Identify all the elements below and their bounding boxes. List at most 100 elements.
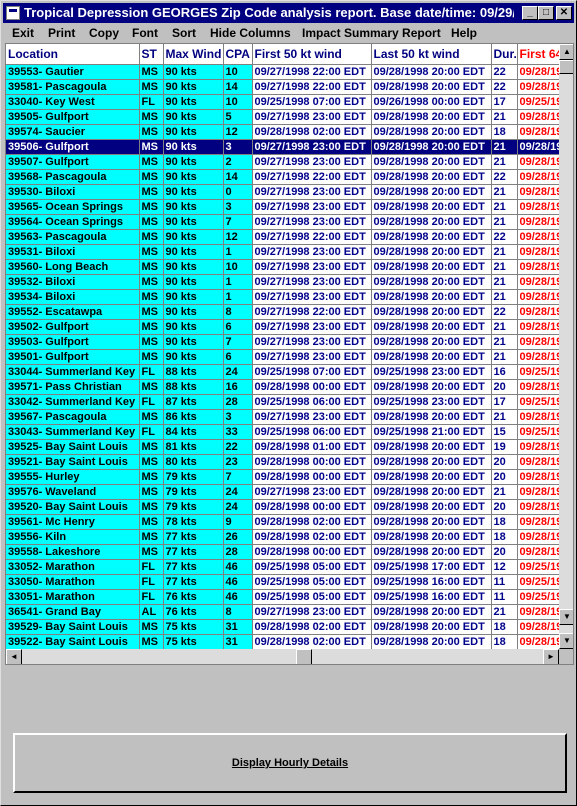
table-row[interactable]: 33052- Marathon FL 77 kts 46 09/25/1998 05:0… [6, 559, 559, 575]
table-row[interactable]: 33042- Summerland Key FL 87 kts 28 09/25/199… [6, 394, 559, 410]
table-cell: 23 [223, 454, 253, 470]
table-cell: 84 kts [163, 424, 224, 440]
table-cell: 21 [491, 289, 518, 305]
table-row[interactable]: 33051- Marathon FL 76 kts 46 09/25/1998 05:0… [6, 589, 559, 605]
table-cell: 09/28/1998 20:00 EDT [371, 79, 492, 95]
table-row[interactable]: 39506- Gulfport MS 90 kts 3 09/27/1998 23:00… [6, 139, 559, 155]
table-row[interactable]: 39555- Hurley MS 79 kts 7 09/28/1998 00:00 E… [6, 469, 559, 485]
table-row[interactable]: 39558- Lakeshore MS 77 kts 28 09/28/1998 00:… [6, 544, 559, 560]
table-cell: 33042- Summerland Key [6, 394, 140, 410]
vertical-scrollbar[interactable]: ▲ ▼ ▼ [559, 44, 573, 649]
table-row[interactable]: 33043- Summerland Key FL 84 kts 33 09/25/199… [6, 424, 559, 440]
table-cell: 78 kts [163, 514, 224, 530]
table-row[interactable]: 39574- Saucier MS 90 kts 12 09/28/1998 02:00… [6, 124, 559, 140]
column-header-3[interactable]: CPA [223, 44, 253, 65]
table-row[interactable]: 39522- Bay Saint Louis MS 75 kts 31 09/28/19… [6, 634, 559, 649]
table-row[interactable]: 39553- Gautier MS 90 kts 10 09/27/1998 22:00… [6, 64, 559, 80]
table-cell: FL [139, 589, 164, 605]
column-header-4[interactable]: First 50 kt wind [252, 44, 372, 65]
table-cell: 21 [491, 109, 518, 125]
grid-viewport[interactable]: Location ST Max Wind CPA First 50 kt wind Las… [6, 44, 559, 649]
table-row[interactable]: 39560- Long Beach MS 90 kts 10 09/27/1998 23… [6, 259, 559, 275]
menu-print[interactable]: Print [48, 26, 75, 40]
table-cell: MS [139, 544, 164, 560]
scroll-up-icon[interactable]: ▲ [559, 44, 573, 60]
table-cell: 39581- Pascagoula [6, 79, 140, 95]
table-row[interactable]: 39525- Bay Saint Louis MS 81 kts 22 09/28/19… [6, 439, 559, 455]
table-cell: 18 [491, 529, 518, 545]
table-row[interactable]: 39567- Pascagoula MS 86 kts 3 09/27/1998 23:… [6, 409, 559, 425]
table-row[interactable]: 39531- Biloxi MS 90 kts 1 09/27/1998 23:00 E… [6, 244, 559, 260]
column-header-7[interactable]: First 64 [517, 44, 559, 65]
table-row[interactable]: 39581- Pascagoula MS 90 kts 14 09/27/1998 22… [6, 79, 559, 95]
table-row[interactable]: 39565- Ocean Springs MS 90 kts 3 09/27/1998 … [6, 199, 559, 215]
table-cell: 09/25/1998 07:00 EDT [252, 94, 372, 110]
table-cell: 1 [223, 274, 253, 290]
table-row[interactable]: 39576- Waveland MS 79 kts 24 09/27/1998 23:0… [6, 484, 559, 500]
table-row[interactable]: 39561- Mc Henry MS 78 kts 9 09/28/1998 02:00… [6, 514, 559, 530]
close-button[interactable]: ✕ [556, 6, 572, 20]
title-bar[interactable]: Tropical Depression GEORGES Zip Code ana… [3, 3, 574, 23]
table-row[interactable]: 39552- Escatawpa MS 90 kts 8 09/27/1998 22:0… [6, 304, 559, 320]
table-row[interactable]: 33044- Summerland Key FL 88 kts 24 09/25/199… [6, 364, 559, 380]
table-cell: 09/27/1998 23:00 EDT [252, 334, 372, 350]
table-row[interactable]: 39568- Pascagoula MS 90 kts 14 09/27/1998 22… [6, 169, 559, 185]
table-cell: MS [139, 274, 164, 290]
table-row[interactable]: 33050- Marathon FL 77 kts 46 09/25/1998 05:0… [6, 574, 559, 590]
menu-impact-summary-report[interactable]: Impact Summary Report [302, 26, 441, 40]
table-cell: 90 kts [163, 334, 224, 350]
maximize-button[interactable]: □ [538, 6, 554, 20]
table-cell: 18 [491, 619, 518, 635]
table-cell: 09/25/1998 16:00 EDT [371, 589, 492, 605]
menu-copy[interactable]: Copy [89, 26, 119, 40]
table-cell: 21 [491, 139, 518, 155]
scroll-down-icon-2[interactable]: ▼ [559, 633, 573, 649]
horizontal-scroll-thumb[interactable] [296, 649, 312, 664]
horizontal-scrollbar[interactable]: ◄ ► [6, 649, 559, 664]
table-cell: 09/28/1998 01:00 EDT [252, 439, 372, 455]
table-row[interactable]: 39503- Gulfport MS 90 kts 7 09/27/1998 23:00… [6, 334, 559, 350]
table-cell: 09/27/1998 23:00 EDT [252, 289, 372, 305]
menu-font[interactable]: Font [132, 26, 158, 40]
table-row[interactable]: 39571- Pass Christian MS 88 kts 16 09/28/199… [6, 379, 559, 395]
column-header-5[interactable]: Last 50 kt wind [371, 44, 492, 65]
table-row[interactable]: 39502- Gulfport MS 90 kts 6 09/27/1998 23:00… [6, 319, 559, 335]
table-row[interactable]: 33040- Key West FL 90 kts 10 09/25/1998 07:0… [6, 94, 559, 110]
table-cell: MS [139, 199, 164, 215]
table-row[interactable]: 39529- Bay Saint Louis MS 75 kts 31 09/28/19… [6, 619, 559, 635]
table-row[interactable]: 39507- Gulfport MS 90 kts 2 09/27/1998 23:00… [6, 154, 559, 170]
table-row[interactable]: 39563- Pascagoula MS 90 kts 12 09/27/1998 22… [6, 229, 559, 245]
table-cell: 0 [223, 184, 253, 200]
table-row[interactable]: 39534- Biloxi MS 90 kts 1 09/27/1998 23:00 E… [6, 289, 559, 305]
minimize-button[interactable]: _ [522, 6, 538, 20]
menu-hide-columns[interactable]: Hide Columns [210, 26, 291, 40]
table-cell: 22 [491, 229, 518, 245]
table-row[interactable]: 39532- Biloxi MS 90 kts 1 09/27/1998 23:00 E… [6, 274, 559, 290]
table-row[interactable]: 39521- Bay Saint Louis MS 80 kts 23 09/28/19… [6, 454, 559, 470]
table-cell: 21 [491, 154, 518, 170]
menu-exit[interactable]: Exit [12, 26, 34, 40]
table-row[interactable]: 39520- Bay Saint Louis MS 79 kts 24 09/28/19… [6, 499, 559, 515]
scroll-left-icon[interactable]: ◄ [6, 649, 22, 664]
column-header-2[interactable]: Max Wind [163, 44, 224, 65]
column-header-1[interactable]: ST [139, 44, 164, 65]
table-row[interactable]: 39501- Gulfport MS 90 kts 6 09/27/1998 23:00… [6, 349, 559, 365]
menu-help[interactable]: Help [451, 26, 477, 40]
menu-sort[interactable]: Sort [172, 26, 196, 40]
table-cell: MS [139, 439, 164, 455]
display-hourly-details-button[interactable]: Display Hourly Details [13, 733, 567, 793]
scroll-down-icon[interactable]: ▼ [559, 609, 573, 625]
table-row[interactable]: 39564- Ocean Springs MS 90 kts 7 09/27/1998 … [6, 214, 559, 230]
table-cell: 39560- Long Beach [6, 259, 140, 275]
table-row[interactable]: 36541- Grand Bay AL 76 kts 8 09/27/1998 23:0… [6, 604, 559, 620]
table-cell: FL [139, 394, 164, 410]
table-row[interactable]: 39556- Kiln MS 77 kts 26 09/28/1998 02:00 ED… [6, 529, 559, 545]
table-cell: 09/25/19 [517, 394, 559, 410]
vertical-scroll-thumb[interactable] [559, 60, 573, 74]
column-header-6[interactable]: Dur. [491, 44, 518, 65]
app-icon[interactable] [6, 6, 20, 20]
column-header-0[interactable]: Location [6, 44, 140, 65]
scroll-right-icon[interactable]: ► [543, 649, 559, 664]
table-row[interactable]: 39530- Biloxi MS 90 kts 0 09/27/1998 23:00 E… [6, 184, 559, 200]
table-row[interactable]: 39505- Gulfport MS 90 kts 5 09/27/1998 23:00… [6, 109, 559, 125]
